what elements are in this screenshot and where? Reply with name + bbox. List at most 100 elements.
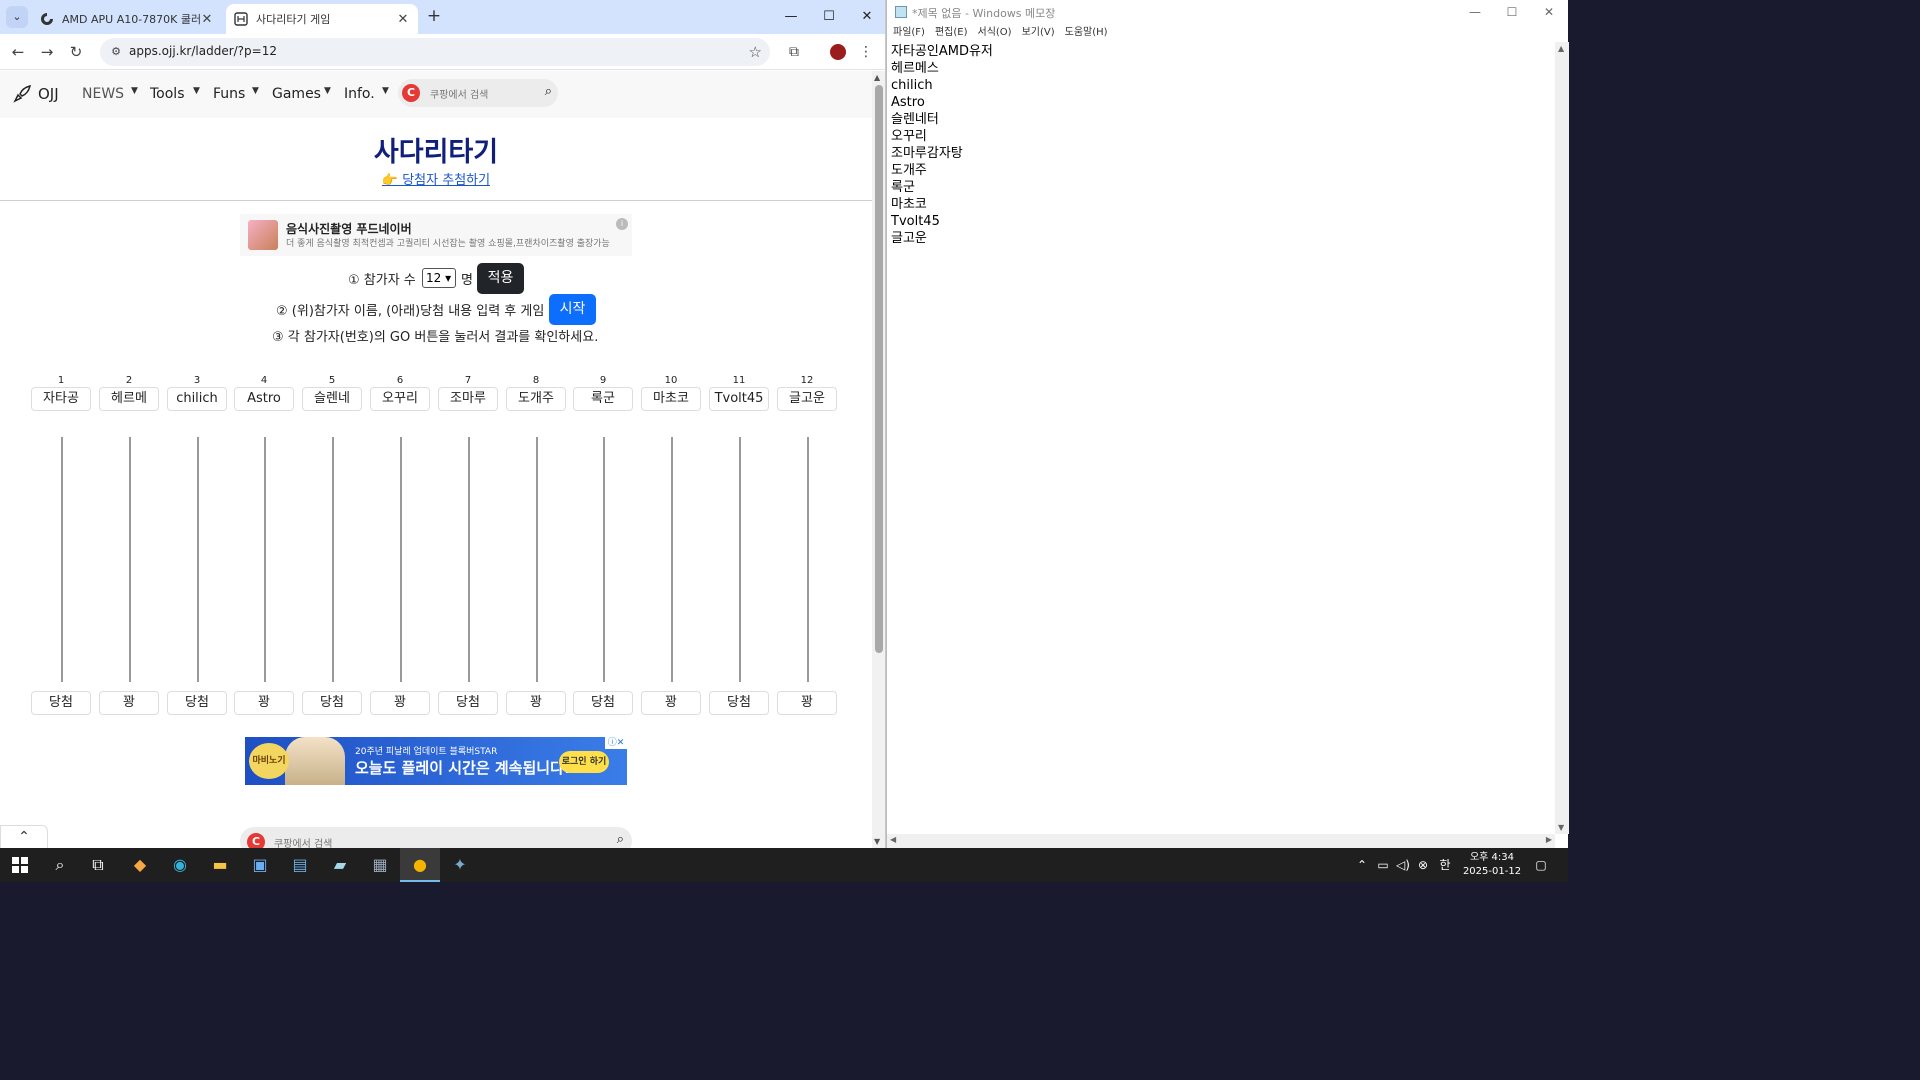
menu-edit[interactable]: 편집(E) [935, 24, 968, 42]
minimize-icon[interactable]: — [772, 4, 810, 30]
forward-arrow-icon[interactable]: → [35, 40, 59, 64]
start-windows-icon[interactable] [0, 848, 40, 882]
menu-help[interactable]: 도움말(H) [1065, 24, 1108, 42]
site-info-icon[interactable]: ⚙ [108, 44, 124, 60]
menu-view[interactable]: 보기(V) [1022, 24, 1055, 42]
maximize-icon[interactable]: ☐ [810, 4, 848, 30]
result-input[interactable]: 당첨 [302, 691, 362, 715]
result-input[interactable]: 당첨 [438, 691, 498, 715]
participant-name-input[interactable]: 헤르메 [99, 387, 159, 411]
participant-name-input[interactable]: 오꾸리 [370, 387, 430, 411]
participant-name-input[interactable]: 자타공 [31, 387, 91, 411]
tray-app-icon[interactable]: ⊗ [1414, 848, 1432, 882]
result-input[interactable]: 당첨 [167, 691, 227, 715]
caret-down-icon[interactable]: ▼ [382, 86, 389, 96]
scroll-top-chevron-icon[interactable]: ⌃ [0, 825, 48, 848]
participant-name-input[interactable]: 도개주 [506, 387, 566, 411]
scroll-thumb[interactable] [875, 85, 883, 653]
scroll-right-arrow-icon[interactable]: ▶ [1546, 835, 1552, 844]
store-icon[interactable]: ▣ [240, 848, 280, 882]
nav-info[interactable]: Info. [344, 86, 375, 102]
site-logo[interactable]: OJJ [12, 84, 59, 104]
notepad-horizontal-scrollbar[interactable]: ◀ ▶ [887, 834, 1555, 848]
participant-name-input[interactable]: 록군 [573, 387, 633, 411]
caret-down-icon[interactable]: ▼ [252, 86, 259, 96]
menu-file[interactable]: 파일(F) [893, 24, 925, 42]
tray-expand-chevron-icon[interactable]: ⌃ [1354, 848, 1370, 882]
nav-tools[interactable]: Tools [150, 86, 185, 102]
close-window-icon[interactable]: ✕ [848, 4, 885, 30]
maximize-icon[interactable]: ☐ [1494, 2, 1530, 22]
search-icon[interactable]: ⌕ [545, 84, 552, 99]
result-input[interactable]: 당첨 [573, 691, 633, 715]
nav-games[interactable]: Games [272, 86, 321, 102]
scroll-down-arrow-icon[interactable]: ▼ [874, 837, 880, 846]
chrome-taskbar-icon[interactable]: ● [400, 848, 440, 882]
participant-name-input[interactable]: 마초코 [641, 387, 701, 411]
coupang-search-box[interactable]: C 쿠팡에서 검색 ⌕ [398, 79, 558, 107]
notepad-vertical-scrollbar[interactable]: ▲ ▼ [1555, 42, 1569, 834]
network-icon[interactable]: ▭ [1374, 848, 1392, 882]
participant-name-input[interactable]: chilich [167, 387, 227, 411]
tab-amd-apu[interactable]: AMD APU A10-7870K 쿨러, 브 ✕ [32, 4, 222, 34]
tab-close-icon[interactable]: ✕ [200, 12, 214, 27]
menu-format[interactable]: 서식(O) [978, 24, 1012, 42]
app-taskbar-icon[interactable]: ✦ [440, 848, 480, 882]
participant-name-input[interactable]: Astro [234, 387, 294, 411]
caret-down-icon[interactable]: ▼ [324, 86, 331, 96]
nav-funs[interactable]: Funs [213, 86, 245, 102]
volume-icon[interactable]: ◁) [1394, 848, 1412, 882]
file-explorer-icon[interactable]: ▬ [200, 848, 240, 882]
coupang-search-box-bottom[interactable]: C 쿠팡에서 검색 ⌕ [240, 827, 632, 848]
ad-banner-top[interactable]: 음식사진촬영 푸드네이버 더 좋게 음식촬영 최적컨셉과 고퀄리티 시선잡는 촬… [240, 214, 632, 256]
new-tab-plus-icon[interactable]: + [424, 6, 444, 26]
edge-browser-icon[interactable]: ◉ [160, 848, 200, 882]
task-view-icon[interactable]: ⧉ [78, 848, 118, 882]
result-input[interactable]: 당첨 [709, 691, 769, 715]
ime-indicator[interactable]: 한 [1436, 848, 1454, 882]
profile-avatar[interactable] [830, 44, 846, 60]
participant-name-input[interactable]: 글고운 [777, 387, 837, 411]
scroll-down-arrow-icon[interactable]: ▼ [1558, 823, 1564, 832]
close-window-icon[interactable]: ✕ [1531, 2, 1567, 22]
result-input[interactable]: 꽝 [234, 691, 294, 715]
bookmark-star-icon[interactable]: ☆ [749, 43, 762, 61]
search-icon[interactable]: ⌕ [40, 848, 80, 882]
caret-down-icon[interactable]: ▼ [193, 86, 200, 96]
tab-search-chevron-icon[interactable]: ⌄ [6, 6, 28, 28]
participant-name-input[interactable]: 조마루 [438, 387, 498, 411]
extensions-puzzle-icon[interactable]: ⧉ [782, 40, 806, 64]
scroll-up-arrow-icon[interactable]: ▲ [874, 73, 880, 82]
start-button[interactable]: 시작 [549, 294, 596, 325]
calculator-icon[interactable]: ▦ [360, 848, 400, 882]
back-arrow-icon[interactable]: ← [6, 40, 30, 64]
ad-login-button[interactable]: 로그인 하기 [559, 751, 609, 773]
notification-icon[interactable]: ▢ [1532, 848, 1550, 882]
result-input[interactable]: 꽝 [370, 691, 430, 715]
tab-close-icon[interactable]: ✕ [396, 12, 410, 27]
tab-ladder-game[interactable]: 사다리타기 게임 ✕ [226, 4, 418, 34]
result-input[interactable]: 꽝 [777, 691, 837, 715]
address-bar[interactable]: ⚙ apps.ojj.kr/ladder/?p=12 ☆ [100, 38, 770, 66]
result-input[interactable]: 꽝 [99, 691, 159, 715]
ad-banner-bottom[interactable]: 마비노기 20주년 피날레 업데이트 블록버STAR 오늘도 플레이 시간은 계… [245, 737, 627, 785]
nav-news[interactable]: NEWS [82, 86, 124, 102]
monitor-app-icon[interactable]: ▤ [280, 848, 320, 882]
minimize-icon[interactable]: — [1457, 2, 1493, 22]
page-scrollbar[interactable]: ▲ ▼ [872, 71, 885, 848]
result-input[interactable]: 당첨 [31, 691, 91, 715]
search-icon[interactable]: ⌕ [617, 832, 624, 847]
participant-count-select[interactable]: 12 ▾ [422, 268, 456, 288]
system-clock[interactable]: 오후 4:34 2025-01-12 [1458, 851, 1526, 879]
result-input[interactable]: 꽝 [506, 691, 566, 715]
copilot-icon[interactable]: ◆ [120, 848, 160, 882]
winner-draw-link[interactable]: 👉 당첨자 추첨하기 [0, 169, 872, 188]
ad-close-icon[interactable]: ⓘ✕ [605, 737, 627, 749]
apply-button[interactable]: 적용 [477, 263, 524, 294]
scroll-left-arrow-icon[interactable]: ◀ [890, 835, 896, 844]
notepad-taskbar-icon[interactable]: ▰ [320, 848, 360, 882]
participant-name-input[interactable]: Tvolt45 [709, 387, 769, 411]
notepad-text-area[interactable]: 자타공인AMD유저 헤르메스 chilich Astro 슬렌네터 오꾸리 조마루감자탕 도개… [887, 42, 1555, 834]
result-input[interactable]: 꽝 [641, 691, 701, 715]
scroll-up-arrow-icon[interactable]: ▲ [1558, 44, 1564, 53]
